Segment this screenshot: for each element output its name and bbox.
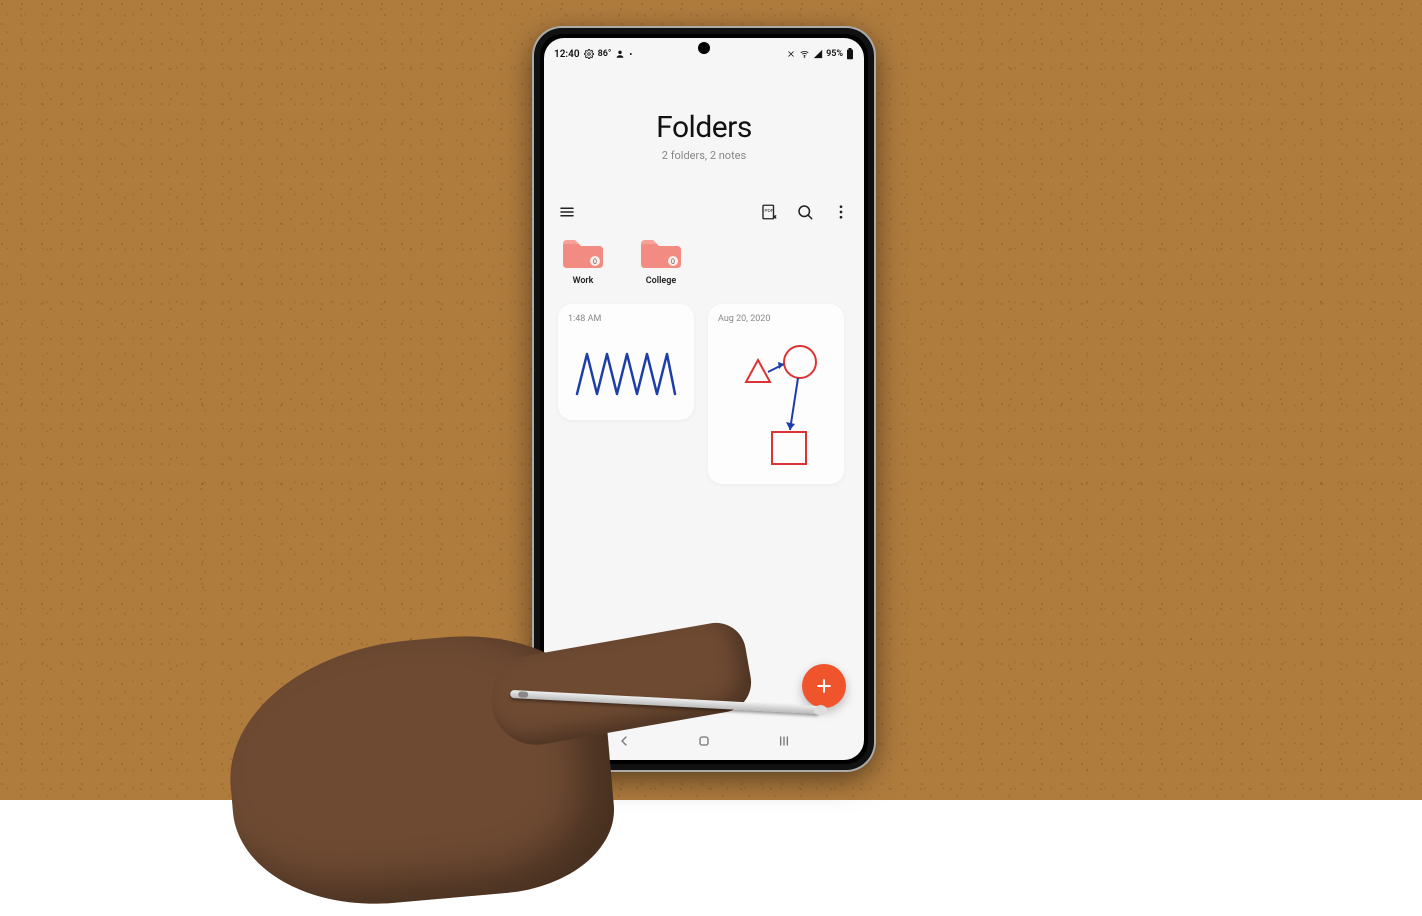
folder-icon: 0 [639, 236, 683, 270]
hamburger-icon [558, 203, 576, 221]
settings-gear-icon [584, 49, 594, 59]
note-card-1[interactable]: 1:48 AM [558, 304, 694, 420]
signal-icon [813, 49, 823, 59]
note-card-2[interactable]: Aug 20, 2020 [708, 304, 844, 484]
svg-text:PDF: PDF [765, 208, 774, 213]
folder-badge: 0 [593, 258, 597, 266]
nfc-icon [786, 49, 796, 59]
home-outline-icon [696, 733, 712, 749]
folder-college[interactable]: 0 College [636, 236, 686, 286]
content-area: 0 Work 0 College [544, 226, 864, 726]
chevron-left-icon [616, 733, 632, 749]
notification-dot-icon: • [629, 50, 632, 59]
phone-frame: 12:40 86° • 95% [534, 28, 874, 770]
battery-icon [846, 48, 854, 60]
system-navigation-bar [544, 726, 864, 760]
status-battery-percent: 95% [826, 49, 843, 59]
folders-row: 0 Work 0 College [558, 236, 850, 286]
notes-row: 1:48 AM Aug 20, 2020 [558, 304, 850, 484]
nav-home-button[interactable] [694, 731, 714, 751]
page-header: Folders 2 folders, 2 notes [544, 66, 864, 198]
search-icon [796, 203, 814, 221]
nav-back-button[interactable] [614, 731, 634, 751]
folder-label: Work [573, 276, 594, 286]
folder-label: College [646, 276, 676, 286]
search-button[interactable] [796, 203, 814, 221]
import-pdf-button[interactable]: PDF [760, 203, 778, 221]
wifi-icon [799, 49, 810, 59]
front-camera-punch-hole [698, 42, 710, 54]
folder-icon: 0 [561, 236, 605, 270]
status-bar-right: 95% [786, 48, 854, 60]
note-timestamp: Aug 20, 2020 [708, 304, 844, 328]
status-time: 12:40 [554, 49, 580, 60]
page-subtitle: 2 folders, 2 notes [544, 149, 864, 162]
note-preview [708, 328, 844, 484]
plus-icon [814, 676, 834, 696]
status-bar-left: 12:40 86° • [554, 49, 632, 60]
menu-button[interactable] [558, 203, 576, 221]
phone-screen: 12:40 86° • 95% [544, 38, 864, 760]
nav-recents-button[interactable] [774, 731, 794, 751]
status-temperature: 86° [598, 49, 612, 59]
more-vertical-icon [832, 203, 850, 221]
toolbar: PDF [544, 198, 864, 226]
folder-badge: 0 [671, 258, 675, 266]
diagram-drawing-icon [716, 336, 836, 476]
folder-work[interactable]: 0 Work [558, 236, 608, 286]
recents-icon [776, 733, 792, 749]
import-pdf-icon: PDF [760, 203, 778, 221]
contact-icon [615, 49, 625, 59]
page-title: Folders [544, 110, 864, 145]
scribble-drawing-icon [571, 344, 681, 404]
add-note-fab[interactable] [802, 664, 846, 708]
note-timestamp: 1:48 AM [558, 304, 694, 328]
note-preview [558, 328, 694, 420]
more-button[interactable] [832, 203, 850, 221]
